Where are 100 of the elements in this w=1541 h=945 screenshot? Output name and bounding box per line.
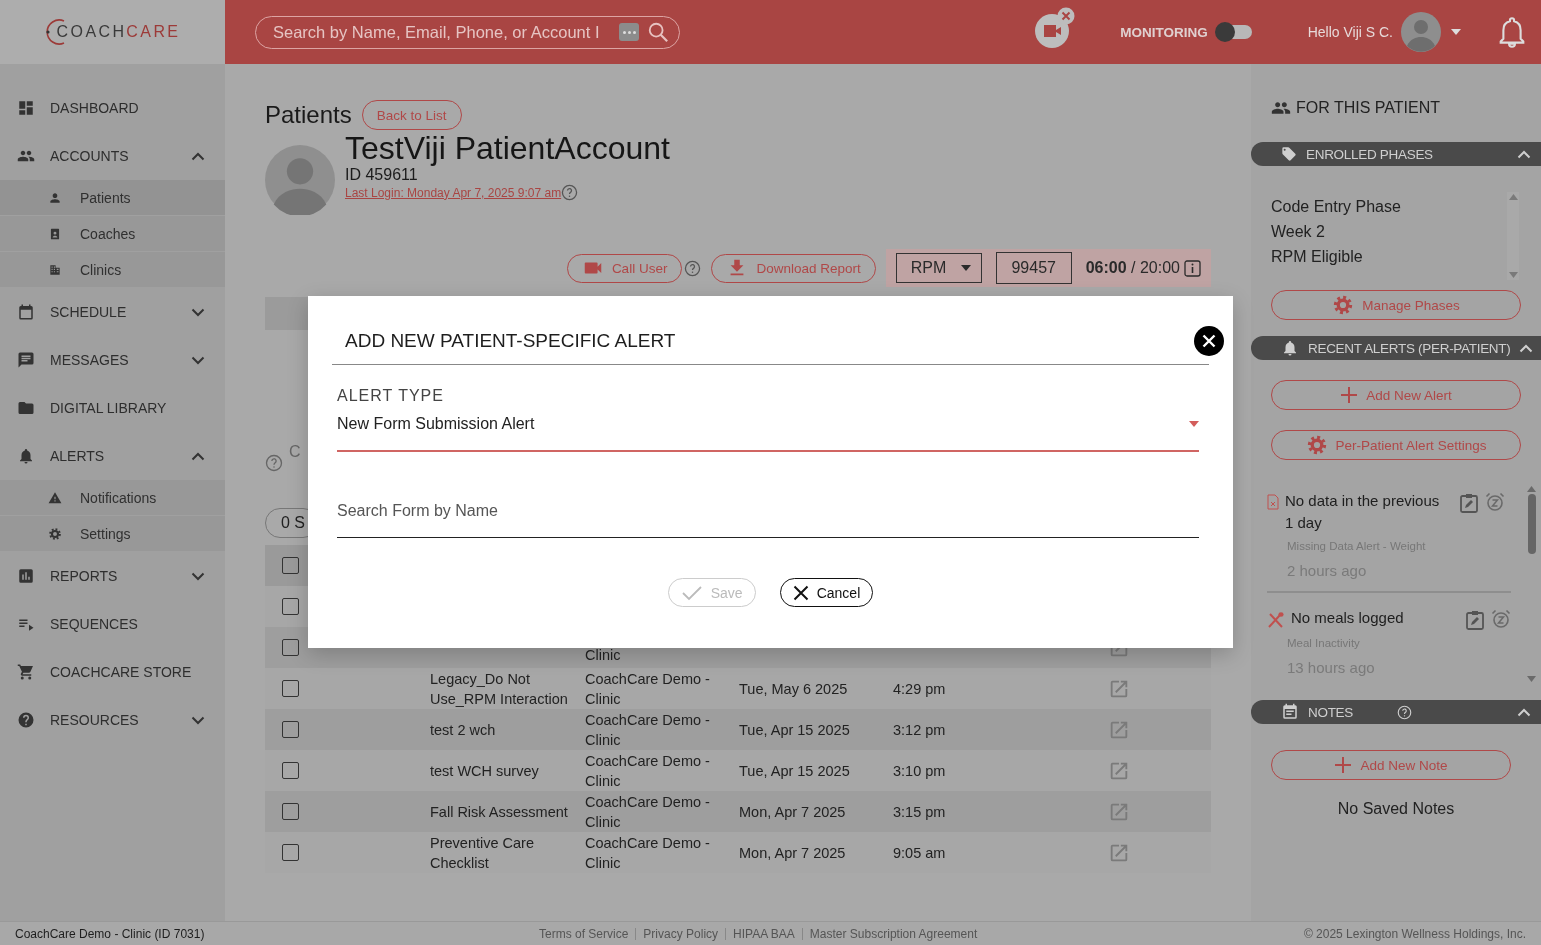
clinic-cell-text: Clinic [585, 646, 621, 665]
scroll-down-icon[interactable] [1527, 676, 1536, 682]
section-header[interactable]: ENROLLED PHASES [1251, 142, 1541, 166]
close-button[interactable] [1194, 326, 1224, 356]
clinic-cell: CoachCare Demo - Clinic [585, 670, 710, 707]
caret-icon[interactable] [960, 265, 971, 271]
monitoring-label: MONITORING [1120, 24, 1208, 40]
scrollbar-thumb[interactable] [1527, 494, 1536, 554]
chevron-down-icon[interactable] [191, 307, 205, 317]
warning-icon [48, 490, 62, 505]
timer-text: 06:00 / 20:00 [1085, 259, 1180, 277]
phase-item: Week 2 [1271, 223, 1326, 241]
alert-title: No data in the previous 1 day [1285, 491, 1441, 533]
id-badge-icon [48, 226, 62, 241]
clinic-cell: CoachCare Demo - Clinic [585, 793, 710, 830]
footer-link[interactable]: Privacy Policy [635, 927, 726, 940]
date-cell: Mon, Apr 7 2025 [739, 803, 846, 820]
footer-link[interactable]: HIPAA BAA [725, 927, 802, 940]
clinic-cell: CoachCare Demo - Clinic [585, 834, 710, 871]
program-dropdown[interactable]: RPM [895, 253, 982, 283]
time-cell: 3:10 pm [893, 762, 946, 779]
chevron-down-icon[interactable] [191, 355, 205, 365]
bell-icon[interactable] [1497, 16, 1527, 48]
calendar-icon [17, 303, 35, 321]
form-name-cell: Preventive Care Checklist [430, 834, 534, 871]
help-icon[interactable] [265, 454, 283, 472]
nav-item[interactable]: ALERTS [0, 432, 225, 480]
panel-title: FOR THIS PATIENT [1296, 99, 1440, 117]
date-cell: Tue, Apr 15 2025 [739, 762, 850, 779]
nav-item[interactable]: DASHBOARD [0, 84, 225, 132]
footer-link[interactable]: Terms of Service [532, 927, 636, 940]
caret-icon[interactable] [1451, 29, 1461, 35]
plus-icon [1340, 386, 1359, 404]
time-cell: 3:12 pm [893, 721, 946, 738]
copyright-text: © 2025 Lexington Wellness Holdings, Inc. [1303, 926, 1526, 941]
chevron-down-icon[interactable] [191, 571, 205, 581]
chevron-up-icon[interactable] [191, 151, 205, 161]
alert-type-dropdown[interactable]: New Form Submission Alert [337, 415, 1199, 452]
nav-subitem[interactable]: Settings [0, 516, 225, 551]
footer-link[interactable]: Master Subscription Agreement [801, 927, 985, 940]
help-icon[interactable] [561, 184, 579, 201]
settings-icon [1332, 294, 1355, 316]
snooze-icon[interactable] [1491, 609, 1511, 629]
nav-item[interactable]: COACHCARE STORE [0, 648, 225, 696]
info-icon[interactable] [1184, 259, 1201, 277]
avatar-icon [265, 145, 335, 215]
nav-item[interactable]: MESSAGES [0, 336, 225, 384]
patient-id: ID 459611 [345, 166, 419, 184]
snooze-icon[interactable] [1485, 492, 1505, 512]
search-icon[interactable] [647, 21, 669, 43]
row-checkbox[interactable] [282, 762, 299, 779]
nav-item[interactable]: DIGITAL LIBRARY [0, 384, 225, 432]
time-cell: 4:29 pm [893, 680, 946, 697]
help-icon[interactable] [684, 259, 702, 277]
empty-notes-message: No Saved Notes [1336, 800, 1456, 818]
row-checkbox[interactable] [282, 844, 299, 861]
help-icon [17, 711, 35, 729]
monitoring-toggle[interactable] [1217, 25, 1252, 39]
cancel-button[interactable]: Cancel [779, 578, 874, 607]
filter-label: C [289, 443, 301, 461]
nav-item[interactable]: SCHEDULE [0, 288, 225, 336]
nav-item[interactable]: REPORTS [0, 552, 225, 600]
clinic-cell: CoachCare Demo - Clinic [585, 711, 710, 748]
row-checkbox[interactable] [282, 639, 299, 656]
scroll-up-icon[interactable] [1527, 486, 1536, 492]
row-checkbox[interactable] [282, 598, 299, 615]
row-checkbox[interactable] [282, 721, 299, 738]
nav-subitem[interactable]: Coaches [0, 216, 225, 251]
document-error-icon [1267, 494, 1279, 510]
date-cell: Tue, May 6 2025 [739, 680, 848, 697]
date-cell: Mon, Apr 7 2025 [739, 844, 846, 861]
date-cell: Tue, Apr 15 2025 [739, 721, 850, 738]
edit-note-icon[interactable] [1459, 492, 1479, 514]
nav-item[interactable]: ACCOUNTS [0, 132, 225, 180]
patient-name: TestViji PatientAccount [345, 130, 670, 166]
chevron-up-icon[interactable] [191, 451, 205, 461]
fork-spoon-icon [1267, 611, 1285, 629]
nav-subitem[interactable]: Notifications [0, 480, 225, 515]
row-checkbox[interactable] [282, 803, 299, 820]
bell-icon [1281, 339, 1299, 357]
billing-code-field[interactable]: 99457 [995, 252, 1072, 284]
chevron-down-icon[interactable] [191, 715, 205, 725]
clinic-cell: CoachCare Demo - Clinic [585, 752, 710, 789]
nav-item[interactable]: RESOURCES [0, 696, 225, 744]
nav-subitem[interactable]: Patients [0, 180, 225, 215]
nav-item[interactable]: SEQUENCES [0, 600, 225, 648]
section-header[interactable]: RECENT ALERTS (PER-PATIENT) [1251, 336, 1541, 360]
settings-icon [1305, 434, 1328, 456]
nav-subitem[interactable]: Clinics [0, 252, 225, 287]
plus-icon [1334, 756, 1353, 774]
close-icon [1202, 334, 1216, 348]
row-checkbox[interactable] [282, 680, 299, 697]
check-icon [680, 584, 703, 601]
password-manager-icon[interactable] [619, 23, 639, 41]
building-icon [48, 262, 62, 277]
video-off-icon[interactable] [1034, 7, 1077, 49]
select-all-checkbox[interactable] [282, 557, 299, 574]
form-search-field[interactable]: Search Form by Name [337, 502, 1199, 538]
edit-note-icon[interactable] [1465, 609, 1485, 631]
brand-logo[interactable]: COACH CARE [44, 17, 181, 47]
